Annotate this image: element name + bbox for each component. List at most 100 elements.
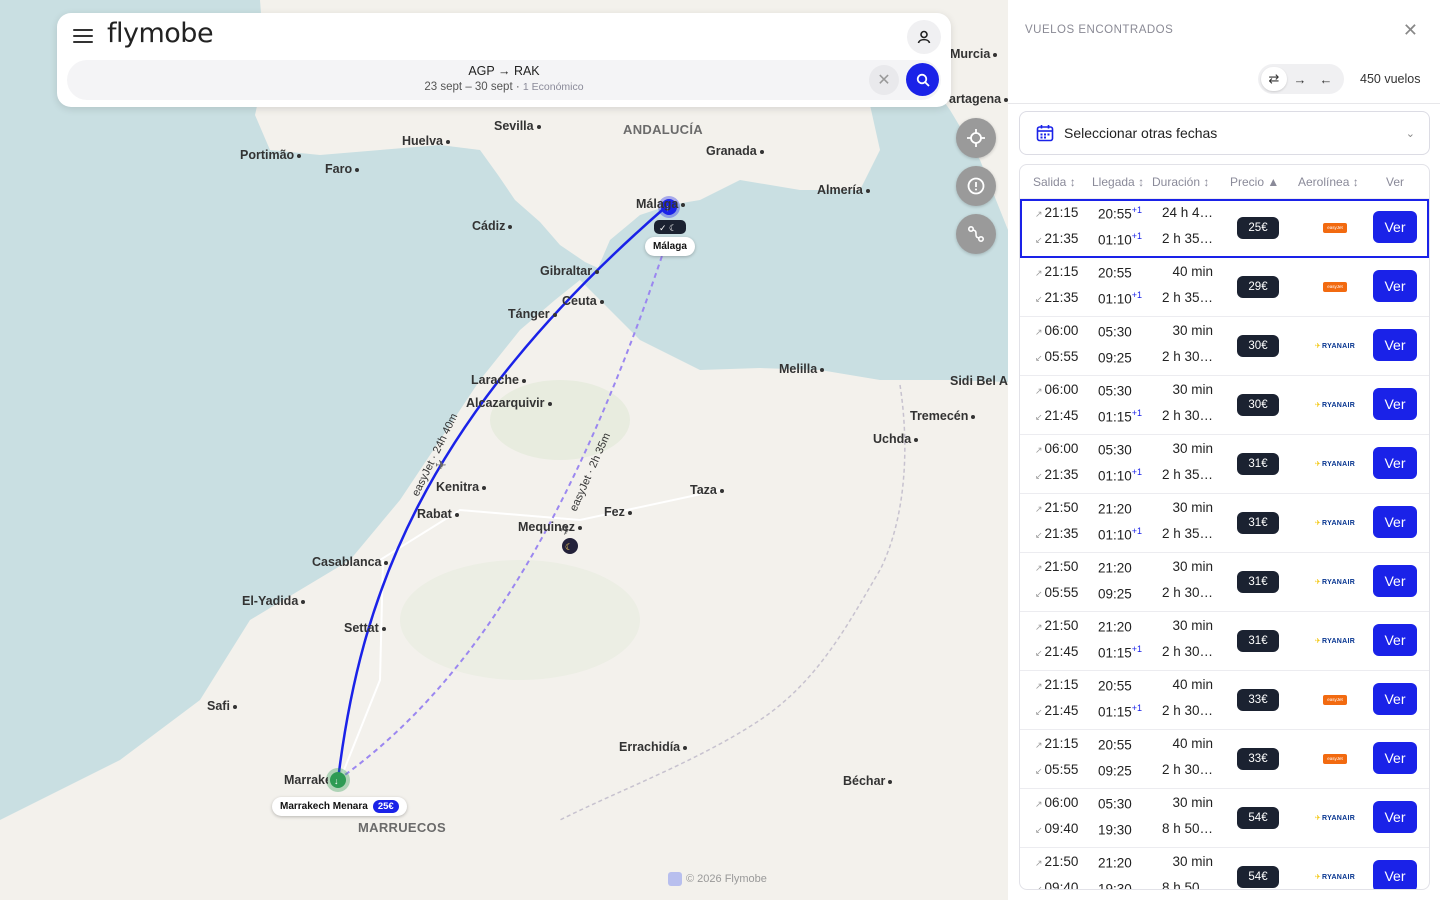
land-icon: ↙ xyxy=(1035,530,1043,540)
return-button[interactable]: ← xyxy=(1313,67,1339,91)
view-flight-button[interactable]: Ver xyxy=(1373,506,1417,538)
price-badge: 31€ xyxy=(1237,571,1279,593)
land-icon: ↙ xyxy=(1035,471,1043,481)
map-place: Almería xyxy=(817,183,870,197)
flight-row[interactable]: ↗ 06:00 ↙ 21:45 05:30 01:15+1 30 min 2 h 30… 30€… xyxy=(1020,376,1429,435)
flight-row[interactable]: ↗21:50 ↙05:55 21:20 09:25 30 min 2 h 30… 31€ RY… xyxy=(1020,553,1429,612)
route-button[interactable] xyxy=(956,214,996,254)
view-flight-button[interactable]: Ver xyxy=(1373,329,1417,361)
return-departure: ↙ 09:40 xyxy=(1035,821,1079,836)
search-summary[interactable]: AGP → RAK 23 sept – 30 sept · 1 Económic… xyxy=(67,60,941,100)
airline-logo: RYANAIR xyxy=(1313,455,1357,473)
menu-button[interactable] xyxy=(73,29,93,45)
outbound-departure: ↗ 21:15 xyxy=(1035,205,1079,220)
return-duration: 2 h 35… xyxy=(1161,467,1213,482)
return-arrival: 01:10+1 xyxy=(1098,290,1143,307)
flight-row[interactable]: ↗ 21:50 ↙ 21:35 21:20 01:10+1 30 min 2 h 35… 31€… xyxy=(1020,494,1429,553)
locate-button[interactable] xyxy=(956,118,996,158)
view-flight-button[interactable]: Ver xyxy=(1373,624,1417,656)
view-flight-button[interactable]: Ver xyxy=(1373,742,1417,774)
destination-name: Marrakech Menara xyxy=(280,801,368,812)
view-flight-button[interactable]: Ver xyxy=(1373,860,1417,889)
flight-row[interactable]: ↗ 06:00 ↙ 21:35 05:30 01:10+1 30 min 2 h 35… 31€… xyxy=(1020,435,1429,494)
header-label: Aerolínea xyxy=(1298,175,1350,189)
copyright: © 2026 Flymobe xyxy=(668,872,767,886)
return-duration: 2 h 30… xyxy=(1161,644,1213,659)
sort-duracion[interactable]: Duración ↕ xyxy=(1152,175,1209,189)
header-label: Salida xyxy=(1033,175,1067,189)
outbound-departure: ↗ 21:15 xyxy=(1035,736,1079,751)
header-ver: Ver xyxy=(1386,175,1405,189)
return-departure: ↙ 21:35 xyxy=(1035,231,1079,246)
sort-precio[interactable]: Precio ▲ xyxy=(1230,175,1279,189)
view-flight-button[interactable]: Ver xyxy=(1373,211,1417,243)
sort-llegada[interactable]: Llegada ↕ xyxy=(1092,175,1144,189)
flight-row[interactable]: ↗ 21:15 ↙ 21:45 20:55 01:15+1 40 min 2 h 30… 33€… xyxy=(1020,671,1429,730)
roundtrip-button[interactable]: ⇄ xyxy=(1261,67,1287,91)
price-badge: 33€ xyxy=(1237,689,1279,711)
view-flight-button[interactable]: Ver xyxy=(1373,801,1417,833)
flight-row[interactable]: ↗06:00 ↙05:55 05:30 09:25 30 min 2 h 30… 30€ RY… xyxy=(1020,317,1429,376)
search-button[interactable] xyxy=(906,63,939,96)
depart-icon: ↗ xyxy=(1035,563,1043,573)
view-flight-button[interactable]: Ver xyxy=(1373,270,1417,302)
map-place: Fez xyxy=(604,505,632,519)
cabin-text: 1 Económico xyxy=(522,81,584,93)
flight-row[interactable]: ↗21:50 ↙09:40 21:20 19:30 30 min 8 h 50… 54€ RY… xyxy=(1020,848,1429,889)
user-button[interactable] xyxy=(907,20,941,54)
map-place: Sevilla xyxy=(494,119,541,133)
flight-row[interactable]: ↗ 21:15 ↙ 05:55 20:55 09:25 40 min 2 h 30… 33€ ea… xyxy=(1020,730,1429,789)
date-select[interactable]: Seleccionar otras fechas ⌄ xyxy=(1019,111,1430,155)
map-place: Granada xyxy=(706,144,764,158)
map-place: Uchda xyxy=(873,432,918,446)
map-place: Settat xyxy=(344,621,386,635)
land-icon: ↙ xyxy=(1035,648,1043,658)
close-panel-button[interactable]: ✕ xyxy=(1403,20,1418,41)
airline-logo: easyJet xyxy=(1313,750,1357,768)
return-arrival: 09:25 xyxy=(1098,586,1132,602)
dates-text: 23 sept – 30 sept · 1 Económico xyxy=(424,81,584,93)
sort-salida[interactable]: Salida ↕ xyxy=(1033,175,1076,189)
app-logo[interactable]: flymobe xyxy=(107,18,214,49)
clear-button[interactable]: ✕ xyxy=(869,65,899,95)
outbound-departure: ↗ 21:50 xyxy=(1035,854,1079,869)
map-canvas[interactable]: easyJet · 24h 40m easyJet · 2h 35m ✈ ✈ ☾… xyxy=(0,0,1008,900)
search-icon xyxy=(916,73,930,87)
return-duration: 2 h 30… xyxy=(1161,703,1213,718)
svg-text:↓: ↓ xyxy=(334,776,339,786)
outbound-departure: ↗ 21:15 xyxy=(1035,677,1079,692)
return-departure: ↙ 09:40 xyxy=(1035,880,1078,889)
destination-label[interactable]: Marrakech Menara 25€ xyxy=(272,797,407,816)
return-departure: ↙ 21:45 xyxy=(1035,408,1079,423)
map-place: Rabat xyxy=(417,507,459,521)
outbound-duration: 30 min xyxy=(1172,441,1213,456)
info-button[interactable] xyxy=(956,166,996,206)
land-icon: ↙ xyxy=(1035,766,1043,776)
map-place: Tánger xyxy=(508,307,557,321)
easyjet-logo-icon: easyJet xyxy=(1323,695,1347,705)
view-flight-button[interactable]: Ver xyxy=(1373,565,1417,597)
outbound-arrival: 05:30 xyxy=(1098,324,1132,340)
flights-list: ↗ 21:15 ↙ 21:35 20:55+1 01:10+1 24 h 4… 2 h 35…… xyxy=(1020,199,1429,889)
depart-icon: ↗ xyxy=(1035,858,1043,868)
price-badge: 30€ xyxy=(1237,394,1279,416)
outbound-arrival: 05:30 xyxy=(1098,796,1132,812)
return-arrival: 09:25 xyxy=(1098,350,1132,366)
view-flight-button[interactable]: Ver xyxy=(1373,683,1417,715)
flight-row[interactable]: ↗06:00 ↙09:40 05:30 19:30 30 min 8 h 50… 54€ RY… xyxy=(1020,789,1429,848)
map-place: Taza xyxy=(690,483,724,497)
airline-logo: RYANAIR xyxy=(1313,809,1357,827)
outbound-button[interactable]: → xyxy=(1287,67,1313,91)
view-flight-button[interactable]: Ver xyxy=(1373,447,1417,479)
view-flight-button[interactable]: Ver xyxy=(1373,388,1417,420)
flight-row[interactable]: ↗ 21:15 ↙ 21:35 20:55+1 01:10+1 24 h 4… 2 h 35…… xyxy=(1020,199,1429,258)
origin-label[interactable]: Málaga xyxy=(645,237,695,256)
outbound-departure: ↗ 06:00 xyxy=(1035,323,1079,338)
land-icon: ↙ xyxy=(1035,825,1043,835)
map-place: Marrakech xyxy=(284,773,328,787)
sort-aerolinea[interactable]: Aerolínea ↕ xyxy=(1298,175,1359,189)
flight-row[interactable]: ↗ 21:15 ↙ 21:35 20:55 01:10+1 40 min 2 h 35… 29€… xyxy=(1020,258,1429,317)
copyright-text: © 2026 Flymobe xyxy=(686,872,767,885)
flight-row[interactable]: ↗ 21:50 ↙ 21:45 21:20 01:15+1 30 min 2 h 30… 31€… xyxy=(1020,612,1429,671)
land-icon: ↙ xyxy=(1035,589,1043,599)
